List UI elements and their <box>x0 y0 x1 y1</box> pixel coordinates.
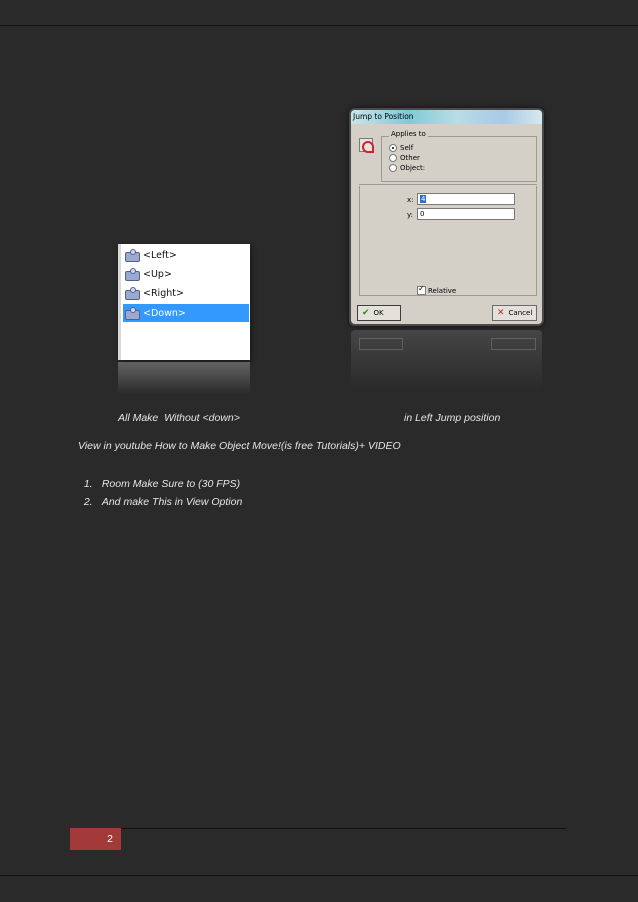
ok-label: OK <box>373 309 384 317</box>
keyboard-event-icon <box>125 249 140 262</box>
events-list-image: <Left> <Up> <Right> <Down> <box>118 244 250 362</box>
list-item[interactable]: <Left> <box>123 246 249 264</box>
events-list: <Left> <Up> <Right> <Down> <box>118 244 250 360</box>
x-label: x: <box>407 196 414 204</box>
list-item[interactable]: <Up> <box>123 265 249 283</box>
x-input[interactable]: 4 <box>417 193 515 205</box>
cancel-button[interactable]: ✕ Cancel <box>492 305 537 321</box>
list-item-label: <Right> <box>143 287 184 299</box>
x-value: 4 <box>420 195 427 203</box>
keyboard-event-icon <box>125 307 140 320</box>
applies-to-caption: Applies to <box>389 130 428 138</box>
radio-dot[interactable] <box>389 154 397 162</box>
y-value: 0 <box>420 210 425 218</box>
keyboard-event-icon <box>125 268 140 281</box>
page-number: 2 <box>107 833 113 845</box>
jump-action-icon <box>359 138 374 153</box>
bottom-rule <box>0 875 638 876</box>
cancel-label: Cancel <box>508 309 533 317</box>
check-icon: ✔ <box>362 308 370 318</box>
ok-reflection <box>359 338 403 350</box>
keyboard-event-icon <box>125 287 140 300</box>
dialog-separator <box>359 184 537 185</box>
dialog-reflection <box>351 330 542 390</box>
list-number: 2. <box>83 496 93 508</box>
relative-label: Relative <box>428 286 457 295</box>
y-input[interactable]: 0 <box>417 208 515 220</box>
radio-dot[interactable] <box>389 144 397 152</box>
list-item-label: <Up> <box>143 268 172 280</box>
radio-object[interactable]: Object: <box>389 163 425 173</box>
radio-self[interactable]: Self <box>389 143 413 153</box>
jump-to-position-dialog: Jump to Position Applies to Self Other O… <box>349 108 544 326</box>
ok-button[interactable]: ✔ OK <box>357 305 401 321</box>
right-image-caption: in Left Jump position <box>404 412 501 424</box>
numbered-list-item: 2. And make This in View Option <box>78 484 242 508</box>
dialog-title: Jump to Position <box>351 110 542 124</box>
relative-checkbox-row[interactable]: Relative <box>417 284 457 295</box>
list-item[interactable]: <Right> <box>123 284 249 302</box>
radio-other[interactable]: Other <box>389 153 420 163</box>
left-image-caption: All Make Without <down> <box>118 412 240 424</box>
list-item-selected[interactable]: <Down> <box>123 304 249 322</box>
radio-label: Other <box>400 154 420 162</box>
list-reflection <box>118 362 250 394</box>
close-icon: ✕ <box>497 308 505 318</box>
y-label: y: <box>407 211 413 219</box>
cancel-reflection <box>491 338 536 350</box>
header-rule <box>0 25 638 26</box>
list-item-label: <Down> <box>143 307 186 319</box>
radio-label: Self <box>400 144 414 152</box>
relative-checkbox[interactable] <box>417 284 426 295</box>
list-item-label: <Left> <box>143 249 177 261</box>
youtube-paragraph: View in youtube How to Make Object Move!… <box>78 440 401 452</box>
radio-dot[interactable] <box>389 164 397 172</box>
radio-label: Object: <box>400 164 426 172</box>
footer-rule <box>120 828 566 829</box>
list-text: And make This in View Option <box>101 496 243 508</box>
page-number-badge: 2 <box>70 828 121 850</box>
